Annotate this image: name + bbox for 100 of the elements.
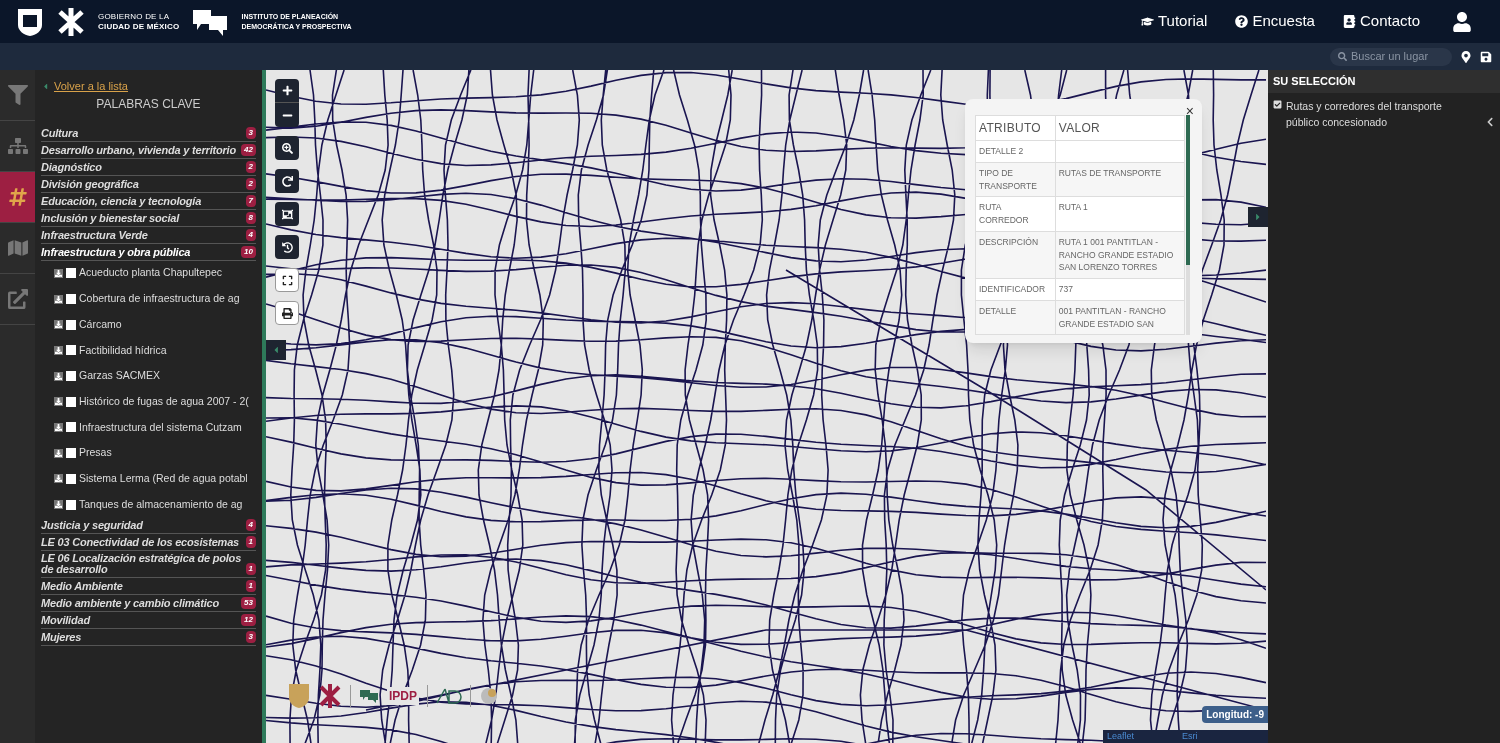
table-cell: RUTA 1 <box>1058 202 1088 213</box>
attribution-link[interactable]: Esri <box>1182 729 1198 743</box>
zoom-box-button[interactable] <box>275 136 299 160</box>
save-icon[interactable] <box>1480 50 1492 63</box>
layer-checkbox[interactable] <box>66 319 76 330</box>
logo-text: CIUDAD DE MÉXICO <box>98 21 180 32</box>
table-cell: 001 PANTITLAN - RANCHO GRANDE ESTADIO SAN <box>1058 305 1166 329</box>
print-button[interactable] <box>275 301 299 325</box>
map-icon <box>7 238 28 258</box>
category-item[interactable]: Medio Ambiente 1 <box>41 578 256 596</box>
layer-checkbox[interactable] <box>66 268 76 279</box>
print-icon <box>281 307 293 319</box>
download-icon[interactable] <box>54 294 63 304</box>
download-icon[interactable] <box>54 474 63 484</box>
layer-checkbox[interactable] <box>66 294 76 305</box>
column-header: VALOR <box>1055 115 1185 141</box>
layer-label: Acueducto planta Chapultepec <box>79 265 223 281</box>
download-icon[interactable] <box>54 500 63 510</box>
layer-checkbox[interactable] <box>66 473 76 484</box>
fullscreen-button[interactable] <box>275 268 299 292</box>
nav-link[interactable]: Tutorial <box>1140 10 1208 33</box>
count-badge: 8 <box>245 211 256 224</box>
category-item[interactable]: Justicia y seguridad 4 <box>41 517 256 535</box>
column-header: ATRIBUTO <box>975 115 1056 141</box>
layer-label: Cobertura de infraestructura de ag <box>79 291 240 307</box>
download-icon[interactable] <box>54 345 63 355</box>
category-item[interactable]: Cultura 3 <box>41 124 256 142</box>
nav-link[interactable]: Contacto <box>1342 10 1420 33</box>
layer-label: Sistema Lerma (Red de agua potabl <box>79 470 248 486</box>
download-icon[interactable] <box>54 371 63 381</box>
nav-link[interactable]: Encuesta <box>1235 10 1315 33</box>
export-icon <box>7 289 28 309</box>
city-emblem-icon <box>318 683 342 709</box>
category-item[interactable]: Desarrollo urbano, vivienda y territorio 42 <box>41 141 256 159</box>
count-badge: 3 <box>245 631 256 644</box>
select-area-button[interactable] <box>275 202 299 226</box>
back-link[interactable]: Volver a la lista <box>54 78 128 95</box>
count-badge: 10 <box>241 245 256 258</box>
select-area-icon <box>281 208 293 220</box>
download-icon[interactable] <box>54 397 63 407</box>
layer-checkbox[interactable] <box>66 371 76 382</box>
layer-checkbox[interactable] <box>66 448 76 459</box>
layer-label: Garzas SACMEX <box>79 368 161 384</box>
collapse-panel-button[interactable] <box>266 340 286 360</box>
slash-logo-icon <box>436 688 462 704</box>
count-badge: 1 <box>245 580 256 593</box>
layer-label: Infraestructura del sistema Cutzam <box>79 419 242 435</box>
location-pin-icon[interactable] <box>1460 50 1472 63</box>
selection-checkbox[interactable] <box>1273 99 1282 109</box>
logo-text: GOBIERNO DE LA <box>98 11 171 22</box>
survey-icon <box>1235 15 1249 28</box>
category-item[interactable]: Diagnóstico 2 <box>41 158 256 176</box>
contact-icon <box>1342 15 1356 28</box>
city-emblem-icon <box>56 5 86 38</box>
category-item[interactable]: Mujeres 3 <box>41 629 256 647</box>
download-icon[interactable] <box>54 320 63 330</box>
tree-icon <box>7 136 28 156</box>
user-icon[interactable] <box>1452 11 1472 32</box>
history-icon <box>281 241 293 253</box>
category-item[interactable]: Movilidad 12 <box>41 612 256 630</box>
history-button[interactable] <box>275 235 299 259</box>
download-icon[interactable] <box>54 268 63 278</box>
category-item[interactable]: División geográfica 2 <box>41 175 256 193</box>
category-item[interactable]: Infraestructura Verde 4 <box>41 226 256 244</box>
coat-of-arms-icon <box>288 683 310 709</box>
category-item[interactable]: Infraestructura y obra pública 10 <box>41 243 256 261</box>
zoom-in-icon <box>281 142 293 154</box>
count-badge: 1 <box>245 563 256 576</box>
close-button[interactable]: × <box>1185 101 1194 122</box>
caret-icon <box>41 81 50 91</box>
layer-checkbox[interactable] <box>66 499 76 510</box>
coordinates-label: Longitud: -9 <box>1202 706 1268 723</box>
refresh-button[interactable] <box>275 169 299 193</box>
count-badge: 3 <box>245 126 256 139</box>
table-cell: RUTA 1 001 PANTITLAN - RANCHO GRANDE ESTADIO SAN LORENZO TORRES <box>1058 236 1174 273</box>
category-item[interactable]: Medio ambiente y cambio climático 53 <box>41 595 256 613</box>
selection-label: Rutas y corredores del transporte público concesionado <box>1286 98 1443 130</box>
layer-checkbox[interactable] <box>66 422 76 433</box>
category-item[interactable]: LE 03 Conectividad de los ecosistemas 1 <box>41 534 256 552</box>
search-icon <box>1338 52 1347 61</box>
layer-checkbox[interactable] <box>66 345 76 356</box>
count-badge: 53 <box>241 597 256 610</box>
collapse-icon[interactable] <box>1485 117 1495 127</box>
panel-title: PALABRAS CLAVE <box>95 95 202 113</box>
table-cell: DETALLE <box>979 305 1017 316</box>
category-item[interactable]: Inclusión y bienestar social 8 <box>41 209 256 227</box>
speech-bubbles-icon <box>359 688 379 704</box>
expand-panel-button[interactable] <box>1248 207 1268 227</box>
attribution-link[interactable]: Leaflet <box>1107 729 1135 743</box>
count-badge: 7 <box>245 194 256 207</box>
count-badge: 4 <box>245 519 256 532</box>
download-icon[interactable] <box>54 422 63 432</box>
category-item[interactable]: Educación, ciencia y tecnología 7 <box>41 192 256 210</box>
table-cell: DESCRIPCIÓN <box>979 236 1039 247</box>
download-icon[interactable] <box>54 448 63 458</box>
category-item[interactable]: LE 06 Localización estratégica de polos de desarrollo 1 <box>41 551 256 579</box>
layer-checkbox[interactable] <box>66 396 76 407</box>
search-field[interactable]: Buscar un lugar <box>1330 47 1452 66</box>
plus-icon <box>281 85 293 96</box>
panel-header: SU SELECCIÓN <box>1268 70 1500 93</box>
